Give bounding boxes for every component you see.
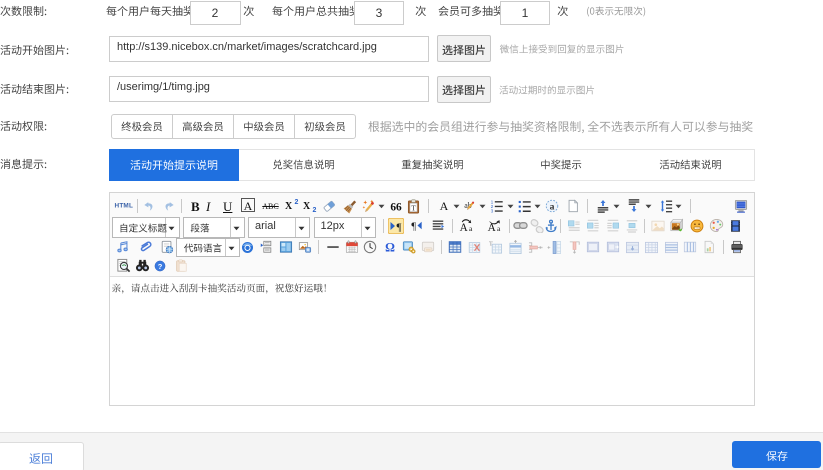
svg-text:T: T bbox=[411, 203, 416, 212]
svg-text:¶: ¶ bbox=[411, 222, 416, 233]
svg-text:Ω: Ω bbox=[385, 240, 395, 254]
svg-text:A: A bbox=[460, 222, 469, 233]
svg-text:3: 3 bbox=[491, 209, 494, 213]
svg-text:?: ? bbox=[157, 262, 162, 271]
svg-text:¶: ¶ bbox=[396, 221, 401, 233]
svg-text:a: a bbox=[550, 202, 555, 213]
svg-text:66: 66 bbox=[390, 201, 402, 213]
svg-text:a: a bbox=[469, 224, 473, 233]
svg-text:a: a bbox=[497, 224, 501, 233]
